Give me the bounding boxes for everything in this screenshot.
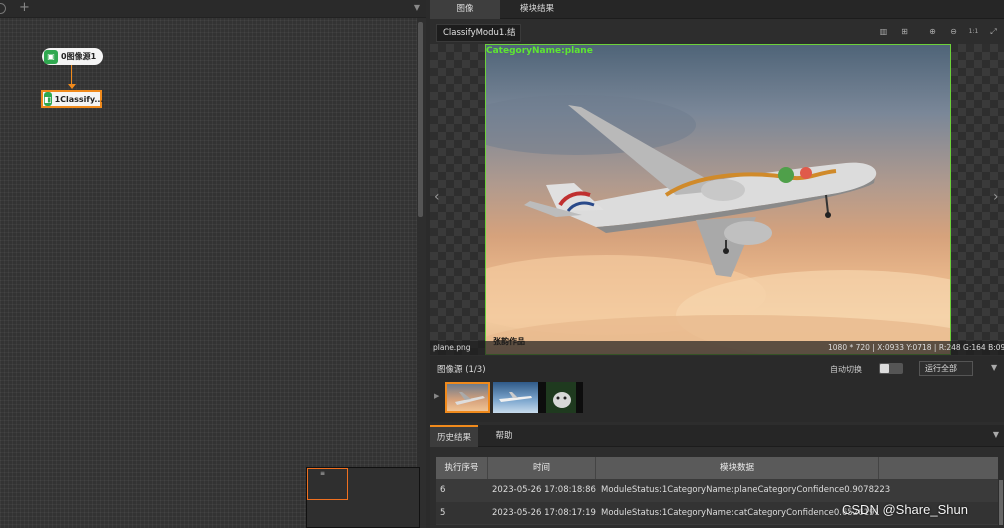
classify-icon: ◧ [44,92,52,106]
bottom-tab-bar: 历史结果 帮助 ▼ [430,425,1004,447]
header-module-data[interactable]: 模块数据 [596,457,879,479]
airplane-image [486,95,950,354]
category-label: CategoryName:plane [486,46,593,56]
image-source-gallery: 图像源 (1/3) 自动切换 运行全部 ▼ ▶ [430,356,1004,422]
pixel-info: 1080 * 720 | X:0933 Y:0718 | R:248 G:164… [828,343,1004,352]
thumbnail-cat[interactable] [538,382,583,413]
flow-tab-bar: + ▼ [0,0,426,18]
minimap[interactable]: ≡ [306,467,420,528]
chevron-down-icon[interactable]: ▼ [991,363,997,372]
cell-data: ModuleStatus:1CategoryName:planeCategory… [601,485,891,495]
image-toolbar: ClassifyModu1.结 ▥ ⊞ ⊕ ⊖ 1:1 ⤢ [430,20,1004,44]
zoom-in-icon[interactable]: ⊕ [927,27,938,37]
header-index[interactable]: 执行序号 [436,457,488,479]
node-classify-label: 1Classify... [54,94,104,104]
layout-2-icon[interactable]: ⊞ [899,27,910,37]
next-image-icon[interactable]: › [993,189,999,205]
actual-size-icon[interactable]: 1:1 [968,27,979,37]
flow-arrow-icon [68,84,76,89]
tab-image[interactable]: 图像 [430,0,500,19]
tab-module-result[interactable]: 模块结果 [502,0,572,19]
minimap-viewport[interactable]: ≡ [307,468,348,500]
gallery-prev-icon[interactable]: ▶ [434,392,439,400]
gallery-title: 图像源 (1/3) [437,365,486,375]
node-image-source-label: 0图像源1 [61,52,97,61]
cell-time: 2023-05-26 17:08:18:860 [492,485,596,495]
chevron-down-icon[interactable]: ▼ [414,3,420,12]
cell-time: 2023-05-26 17:08:17:198 [492,508,596,518]
add-flow-tab-button[interactable]: + [19,1,30,15]
top-tab-bar: 图像 模块结果 [430,0,1004,19]
thumbnail-plane-2[interactable] [493,382,538,413]
fit-icon[interactable]: ⤢ [988,27,999,37]
thumb-cat-icon [546,382,576,413]
cell-index: 6 [440,485,446,495]
zoom-out-icon[interactable]: ⊖ [948,27,959,37]
tab-history-results[interactable]: 历史结果 [430,425,478,447]
table-row[interactable]: 6 2023-05-26 17:08:18:860 ModuleStatus:1… [436,479,998,502]
flow-canvas[interactable]: + ▼ ▣ 0图像源1 ◧ 1Classify... ≡ [0,0,426,528]
right-panel: 图像 模块结果 ClassifyModu1.结 ▥ ⊞ ⊕ ⊖ 1:1 ⤢ ‹ … [430,0,1004,528]
node-image-source[interactable]: ▣ 0图像源1 [42,48,103,65]
chevron-down-icon[interactable]: ▼ [993,430,999,439]
viewer-status-bar: plane.png 1080 * 720 | X:0933 Y:0718 | R… [430,341,1004,355]
header-time[interactable]: 时间 [488,457,596,479]
file-tab[interactable]: ClassifyModu1.结 [436,24,521,42]
image-filename: plane.png [433,343,471,352]
flow-tab-indicator-icon[interactable] [0,3,6,14]
result-image: CategoryName:plane [485,44,951,355]
thumbnail-plane-1[interactable] [445,382,490,413]
cell-index: 5 [440,508,446,518]
thumb-plane-icon [455,392,485,405]
layout-1-icon[interactable]: ▥ [878,27,889,37]
image-icon: ▣ [44,49,58,64]
prev-image-icon[interactable]: ‹ [434,189,440,205]
thumb-plane-icon [499,392,532,402]
image-viewer[interactable]: ‹ › CategoryName:plane plane.png 1080 * … [430,44,1004,355]
auto-switch-label: 自动切换 [830,365,862,374]
table-header: 执行序号 时间 模块数据 [436,457,998,479]
minimap-glyph: ≡ [320,470,326,477]
node-classify[interactable]: ◧ 1Classify... [41,90,104,108]
auto-switch-toggle[interactable] [879,363,903,374]
run-mode-select[interactable]: 运行全部 [919,361,973,376]
app-window: + ▼ ▣ 0图像源1 ◧ 1Classify... ≡ 图像 模块结果 Cla… [0,0,1004,528]
table-scrollbar[interactable] [999,480,1003,525]
canvas-scrollbar-thumb[interactable] [418,22,423,217]
csdn-watermark: CSDN @Share_Shun [842,502,968,517]
tab-help[interactable]: 帮助 [480,425,528,447]
